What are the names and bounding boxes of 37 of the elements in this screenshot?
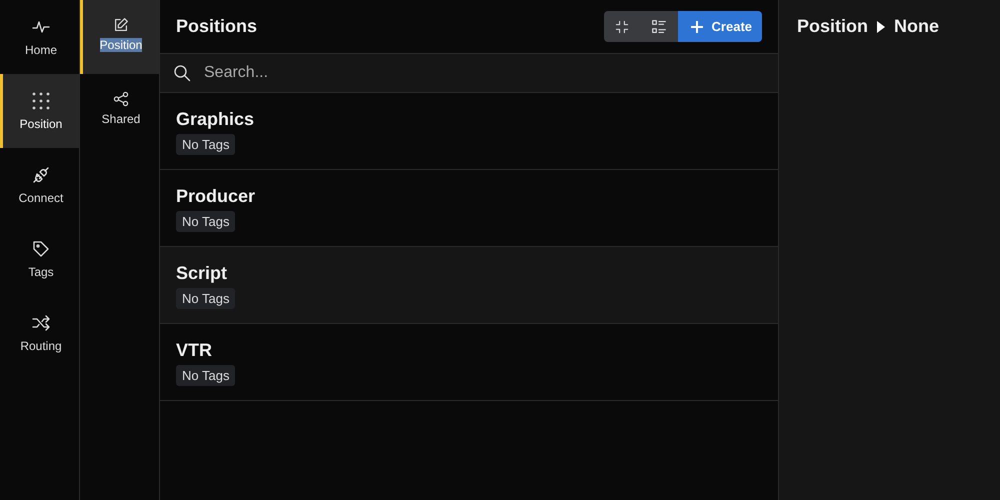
search-field[interactable]: Search... [202,63,766,83]
collapse-button[interactable] [604,11,641,42]
caret-icon [876,20,886,32]
tag-chip: No Tags [176,211,236,232]
nav-item[interactable]: Routing [0,296,79,370]
tag-chip: No Tags [176,134,236,155]
position-name: Script [176,263,228,284]
position-row[interactable]: VTR No Tags [160,324,778,401]
nav-item[interactable]: Position [0,74,79,148]
search-bar[interactable]: Search... [160,54,778,93]
breadcrumb-value: None [894,16,939,37]
dots-grid-icon [31,91,51,111]
share-icon [112,90,130,108]
tag-chip: No Tags [176,288,236,309]
plug-icon [31,165,51,185]
create-button[interactable]: Create [678,11,762,42]
list-view-button[interactable] [640,11,678,42]
subnav-item[interactable]: Position [80,0,159,74]
list-icon [650,18,668,36]
tag-chip: No Tags [176,365,236,386]
search-icon [172,63,192,83]
position-row[interactable]: Graphics No Tags [160,93,778,170]
position-name: Graphics [176,109,254,130]
nav-item[interactable]: Connect [0,148,79,222]
subnav-item[interactable]: Shared [80,74,159,148]
breadcrumb-item[interactable]: Position [797,16,868,37]
shuffle-icon [31,313,51,333]
position-name: VTR [176,340,212,361]
panel-title: Positions [176,16,258,37]
collapse-icon [614,18,630,34]
nav-item[interactable]: Tags [0,222,79,296]
position-row[interactable]: Script No Tags [160,247,778,324]
plus-icon [690,20,704,34]
tag-icon [31,239,51,259]
position-name: Producer [176,186,256,207]
edit-icon [112,16,130,34]
nav-item[interactable]: Home [0,0,79,74]
